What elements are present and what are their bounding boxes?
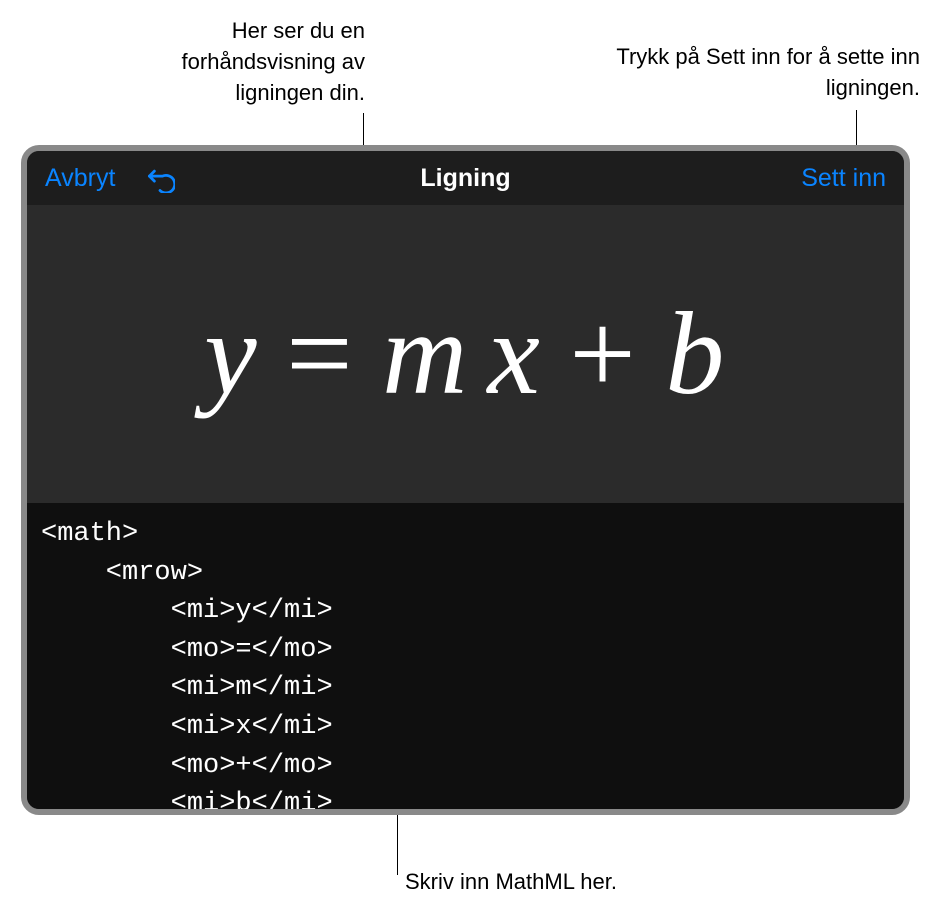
toolbar-left-group: Avbryt (45, 163, 175, 193)
callout-input: Skriv inn MathML her. (405, 867, 617, 898)
undo-icon[interactable] (145, 163, 175, 193)
mathml-code: <math> <mrow> <mi>y</mi> <mo>=</mo> <mi>… (41, 515, 890, 809)
equation-preview: y = m x + b (27, 205, 904, 503)
mathml-editor[interactable]: <math> <mrow> <mi>y</mi> <mo>=</mo> <mi>… (27, 503, 904, 809)
equation-dialog: Avbryt Ligning Sett inn y = m x + b <mat… (21, 145, 910, 815)
insert-button[interactable]: Sett inn (801, 164, 886, 193)
eq-op-equals: = (286, 286, 355, 422)
dialog-title: Ligning (420, 164, 510, 193)
eq-var-y: y (204, 286, 259, 422)
eq-op-plus: + (569, 286, 638, 422)
eq-var-b: b (665, 286, 726, 422)
cancel-button[interactable]: Avbryt (45, 164, 115, 193)
callout-line-input (397, 815, 398, 875)
equation-rendered: y = m x + b (204, 286, 726, 422)
eq-var-m: m (382, 286, 470, 422)
callout-preview: Her ser du en forhåndsvisning av ligning… (150, 16, 365, 108)
dialog-toolbar: Avbryt Ligning Sett inn (27, 151, 904, 205)
eq-var-x: x (487, 286, 542, 422)
callout-insert: Trykk på Sett inn for å sette inn lignin… (560, 42, 920, 104)
